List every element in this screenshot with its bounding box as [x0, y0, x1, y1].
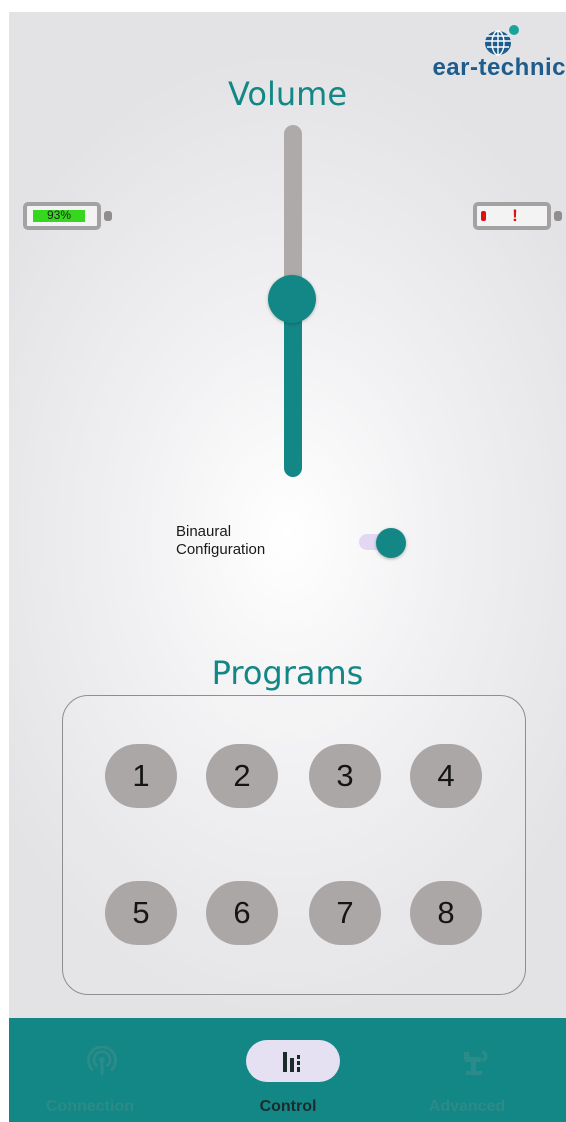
programs-panel: 1 2 3 4 5 6 7 8 — [62, 695, 526, 995]
program-button-7[interactable]: 7 — [309, 881, 381, 945]
control-screen: ear-technic Volume 93% ! Binaural Config… — [0, 0, 566, 1122]
bottom-navigation: Connection Control Advanced — [9, 1018, 566, 1122]
globe-icon — [485, 25, 519, 56]
nav-label-control: Control — [259, 1098, 317, 1115]
nav-item-control[interactable]: Control — [195, 1018, 381, 1122]
nav-item-connection[interactable]: Connection — [9, 1018, 195, 1122]
program-button-6[interactable]: 6 — [206, 881, 278, 945]
right-battery-indicator: ! — [473, 202, 551, 230]
programs-title: Programs — [211, 654, 364, 692]
volume-slider-thumb[interactable] — [268, 275, 316, 323]
right-battery-fill — [481, 211, 486, 221]
left-battery-indicator: 93% — [23, 202, 101, 230]
program-button-8[interactable]: 8 — [410, 881, 482, 945]
volume-slider-track-empty[interactable] — [284, 125, 302, 300]
left-battery-terminal — [104, 211, 112, 221]
program-button-4[interactable]: 4 — [410, 744, 482, 808]
broadcast-icon — [87, 1046, 117, 1076]
program-button-5[interactable]: 5 — [105, 881, 177, 945]
left-battery-percent: 93% — [46, 208, 72, 222]
program-button-1[interactable]: 1 — [105, 744, 177, 808]
volume-title: Volume — [227, 75, 347, 113]
binaural-label-line2: Configuration — [176, 541, 266, 558]
right-battery-terminal — [554, 211, 562, 221]
nav-label-advanced: Advanced — [428, 1098, 506, 1115]
robot-arm-icon — [464, 1050, 488, 1075]
binaural-label-line1: Binaural — [176, 523, 232, 540]
nav-label-connection: Connection — [46, 1098, 134, 1115]
binaural-toggle[interactable] — [356, 528, 408, 558]
program-button-2[interactable]: 2 — [206, 744, 278, 808]
right-battery-alert-icon: ! — [512, 206, 518, 225]
binaural-label: Binaural Configuration — [176, 523, 265, 559]
program-button-3[interactable]: 3 — [309, 744, 381, 808]
volume-slider-track-filled[interactable] — [284, 296, 302, 477]
binaural-toggle-thumb — [376, 528, 406, 558]
nav-item-advanced[interactable]: Advanced — [380, 1018, 566, 1122]
equalizer-icon — [283, 1052, 300, 1072]
